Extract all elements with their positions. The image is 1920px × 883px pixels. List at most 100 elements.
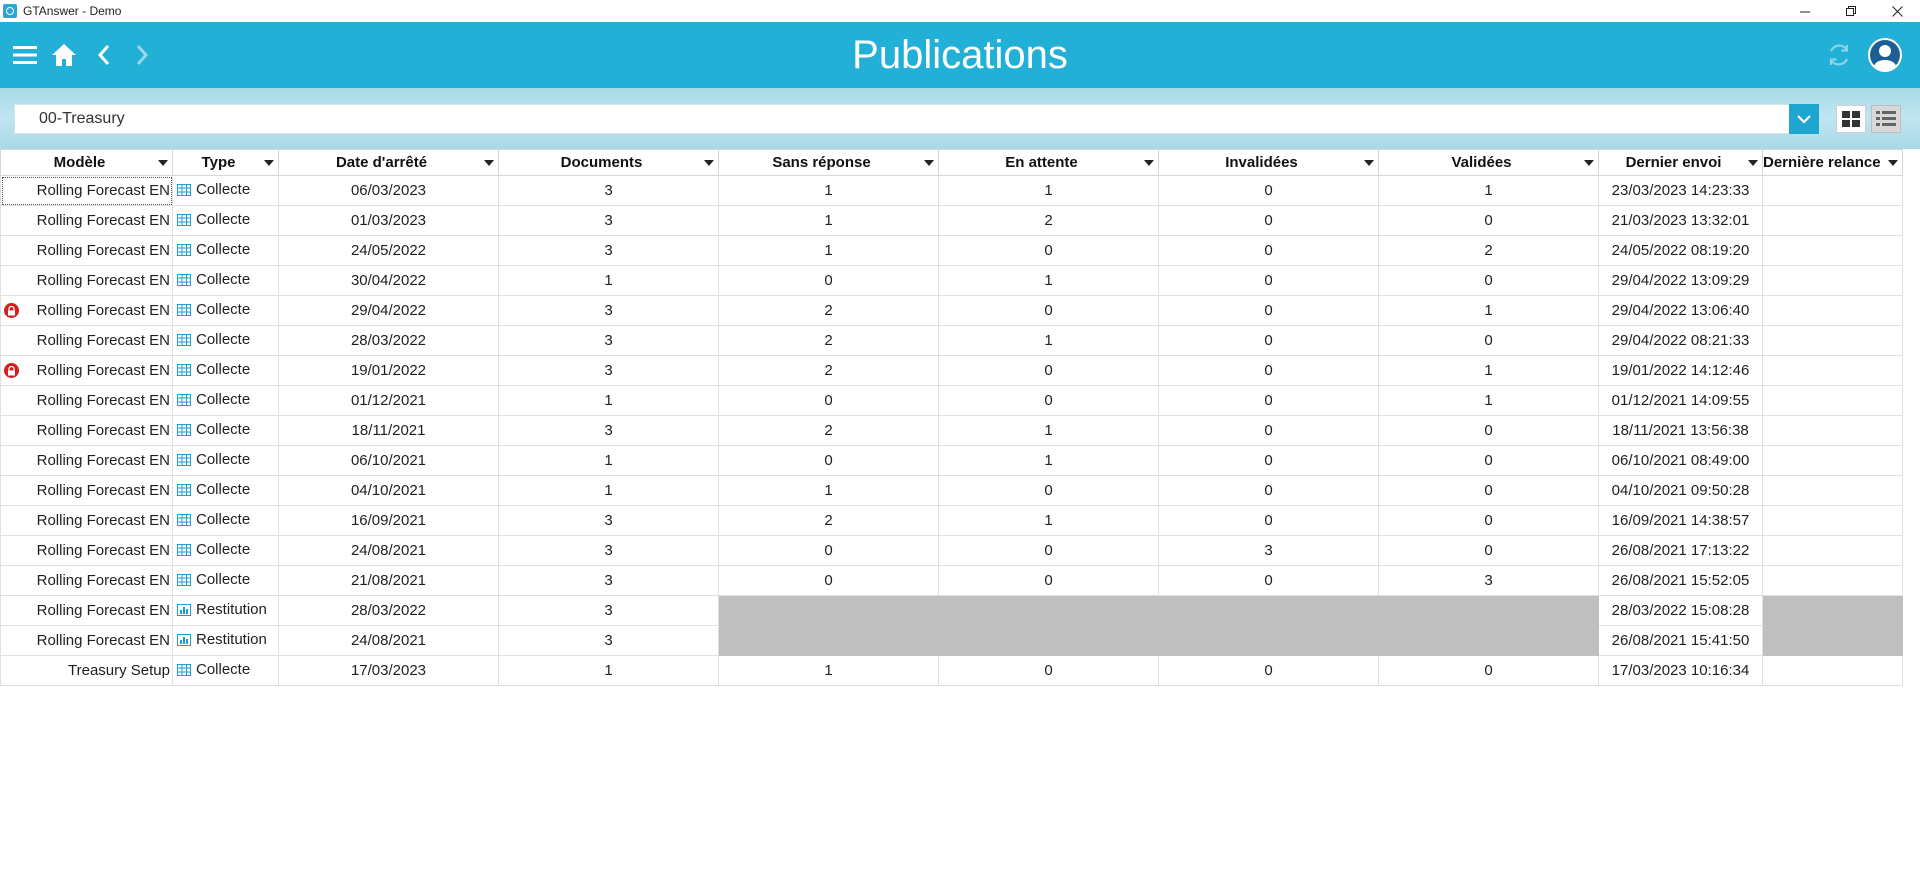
column-header-dernier-envoi[interactable]: Dernier envoi <box>1598 149 1763 176</box>
cell-validees[interactable]: 0 <box>1378 505 1599 536</box>
cell-invalidees[interactable]: 0 <box>1158 445 1379 476</box>
cell-derniere-relance[interactable] <box>1762 355 1903 386</box>
cell-dernier-envoi[interactable]: 23/03/2023 14:23:33 <box>1598 175 1763 206</box>
cell-dernier-envoi[interactable]: 18/11/2021 13:56:38 <box>1598 415 1763 446</box>
cell-validees[interactable]: 0 <box>1378 325 1599 356</box>
cell-derniere-relance[interactable] <box>1762 625 1903 656</box>
table-row[interactable]: Rolling Forecast EN Collecte 24/08/2021 3 0 0… <box>0 535 1903 566</box>
cell-modele[interactable]: Rolling Forecast EN <box>0 355 173 386</box>
cell-modele[interactable]: Rolling Forecast EN <box>0 505 173 536</box>
cell-invalidees[interactable] <box>1158 625 1379 656</box>
cell-documents[interactable]: 1 <box>498 445 719 476</box>
cell-validees[interactable]: 1 <box>1378 175 1599 206</box>
cell-en-attente[interactable] <box>938 625 1159 656</box>
cell-type[interactable]: Collecte <box>172 205 279 236</box>
cell-sans-reponse[interactable]: 2 <box>718 355 939 386</box>
cell-date-arrete[interactable]: 29/04/2022 <box>278 295 499 326</box>
cell-type[interactable]: Collecte <box>172 565 279 596</box>
cell-en-attente[interactable]: 2 <box>938 205 1159 236</box>
cell-en-attente[interactable] <box>938 595 1159 626</box>
cell-en-attente[interactable]: 0 <box>938 295 1159 326</box>
refresh-icon[interactable] <box>1824 22 1854 88</box>
cell-dernier-envoi[interactable]: 06/10/2021 08:49:00 <box>1598 445 1763 476</box>
filter-dropdown-icon[interactable] <box>924 160 934 166</box>
cell-dernier-envoi[interactable]: 24/05/2022 08:19:20 <box>1598 235 1763 266</box>
cell-validees[interactable]: 1 <box>1378 355 1599 386</box>
cell-derniere-relance[interactable] <box>1762 655 1903 686</box>
restore-button[interactable] <box>1828 0 1874 22</box>
cell-modele[interactable]: Rolling Forecast EN <box>0 535 173 566</box>
table-row[interactable]: Rolling Forecast EN Restitution 24/08/2021… <box>0 625 1903 656</box>
cell-dernier-envoi[interactable]: 26/08/2021 15:41:50 <box>1598 625 1763 656</box>
cell-type[interactable]: Collecte <box>172 175 279 206</box>
cell-date-arrete[interactable]: 06/10/2021 <box>278 445 499 476</box>
cell-derniere-relance[interactable] <box>1762 415 1903 446</box>
cell-date-arrete[interactable]: 19/01/2022 <box>278 355 499 386</box>
cell-invalidees[interactable]: 0 <box>1158 175 1379 206</box>
cell-type[interactable]: Collecte <box>172 385 279 416</box>
table-row[interactable]: Rolling Forecast EN Collecte 01/12/2021 1 0 0… <box>0 385 1903 416</box>
cell-modele[interactable]: Rolling Forecast EN <box>0 565 173 596</box>
cell-en-attente[interactable]: 0 <box>938 655 1159 686</box>
cell-date-arrete[interactable]: 24/08/2021 <box>278 535 499 566</box>
cell-en-attente[interactable]: 0 <box>938 355 1159 386</box>
cell-en-attente[interactable]: 1 <box>938 325 1159 356</box>
cell-type[interactable]: Restitution <box>172 595 279 626</box>
cell-date-arrete[interactable]: 04/10/2021 <box>278 475 499 506</box>
cell-invalidees[interactable]: 0 <box>1158 415 1379 446</box>
column-header-derniere-relance[interactable]: Dernière relance <box>1762 149 1903 176</box>
cell-sans-reponse[interactable]: 0 <box>718 385 939 416</box>
cell-date-arrete[interactable]: 01/12/2021 <box>278 385 499 416</box>
cell-modele[interactable]: Rolling Forecast EN <box>0 235 173 266</box>
column-header-sans-reponse[interactable]: Sans réponse <box>718 149 939 176</box>
column-header-modele[interactable]: Modèle <box>0 149 173 176</box>
cell-en-attente[interactable]: 0 <box>938 565 1159 596</box>
column-header-date-arrete[interactable]: Date d'arrêté <box>278 149 499 176</box>
table-row[interactable]: Rolling Forecast EN Collecte 06/03/2023 3 1 1… <box>0 175 1903 206</box>
cell-sans-reponse[interactable]: 1 <box>718 655 939 686</box>
cell-documents[interactable]: 3 <box>498 535 719 566</box>
cell-dernier-envoi[interactable]: 16/09/2021 14:38:57 <box>1598 505 1763 536</box>
cell-en-attente[interactable]: 0 <box>938 235 1159 266</box>
cell-modele[interactable]: Rolling Forecast EN <box>0 625 173 656</box>
cell-sans-reponse[interactable]: 1 <box>718 235 939 266</box>
cell-sans-reponse[interactable]: 0 <box>718 265 939 296</box>
column-header-type[interactable]: Type <box>172 149 279 176</box>
cell-validees[interactable]: 0 <box>1378 415 1599 446</box>
cell-documents[interactable]: 3 <box>498 205 719 236</box>
cell-validees[interactable]: 0 <box>1378 265 1599 296</box>
cell-type[interactable]: Collecte <box>172 325 279 356</box>
cell-date-arrete[interactable]: 06/03/2023 <box>278 175 499 206</box>
cell-validees[interactable]: 0 <box>1378 445 1599 476</box>
cell-modele[interactable]: Rolling Forecast EN <box>0 295 173 326</box>
cell-en-attente[interactable]: 1 <box>938 445 1159 476</box>
cell-type[interactable]: Collecte <box>172 445 279 476</box>
table-row[interactable]: Rolling Forecast EN Collecte 16/09/2021 3 2 1… <box>0 505 1903 536</box>
cell-dernier-envoi[interactable]: 29/04/2022 13:06:40 <box>1598 295 1763 326</box>
cell-sans-reponse[interactable]: 1 <box>718 175 939 206</box>
column-header-documents[interactable]: Documents <box>498 149 719 176</box>
cell-validees[interactable]: 0 <box>1378 475 1599 506</box>
cell-documents[interactable]: 3 <box>498 235 719 266</box>
cell-date-arrete[interactable]: 18/11/2021 <box>278 415 499 446</box>
cell-sans-reponse[interactable]: 0 <box>718 445 939 476</box>
table-row[interactable]: Rolling Forecast EN Collecte 19/01/2022 3 2 0… <box>0 355 1903 386</box>
cell-documents[interactable]: 3 <box>498 565 719 596</box>
cell-documents[interactable]: 1 <box>498 265 719 296</box>
cell-date-arrete[interactable]: 17/03/2023 <box>278 655 499 686</box>
chevron-left-icon[interactable] <box>94 22 114 88</box>
cell-invalidees[interactable]: 0 <box>1158 295 1379 326</box>
cell-derniere-relance[interactable] <box>1762 445 1903 476</box>
chevron-right-icon[interactable] <box>132 22 152 88</box>
cell-invalidees[interactable]: 3 <box>1158 535 1379 566</box>
column-header-en-attente[interactable]: En attente <box>938 149 1159 176</box>
cell-validees[interactable]: 0 <box>1378 205 1599 236</box>
cell-dernier-envoi[interactable]: 26/08/2021 15:52:05 <box>1598 565 1763 596</box>
cell-type[interactable]: Collecte <box>172 505 279 536</box>
column-header-validees[interactable]: Validées <box>1378 149 1599 176</box>
cell-sans-reponse[interactable] <box>718 595 939 626</box>
cell-sans-reponse[interactable]: 2 <box>718 295 939 326</box>
cell-documents[interactable]: 3 <box>498 355 719 386</box>
cell-derniere-relance[interactable] <box>1762 175 1903 206</box>
table-row[interactable]: Rolling Forecast EN Collecte 06/10/2021 1 0 1… <box>0 445 1903 476</box>
